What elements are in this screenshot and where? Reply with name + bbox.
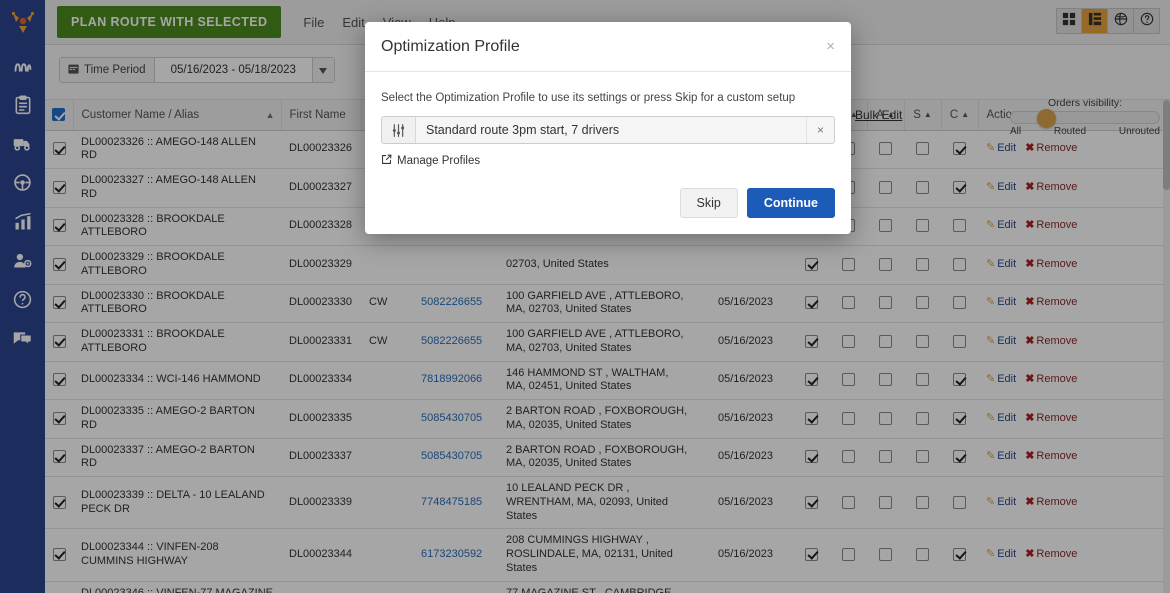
external-link-icon (381, 154, 392, 168)
sliders-settings-icon (382, 117, 416, 143)
clear-profile-icon[interactable]: × (806, 117, 834, 143)
modal-title: Optimization Profile (381, 37, 520, 55)
modal-body: Select the Optimization Profile to use i… (365, 72, 851, 172)
optimization-profile-modal: Optimization Profile × Select the Optimi… (365, 22, 851, 234)
continue-button[interactable]: Continue (746, 188, 835, 218)
manage-profiles-link[interactable]: Manage Profiles (381, 154, 835, 168)
skip-button[interactable]: Skip (679, 188, 738, 218)
app-root: PLAN ROUTE WITH SELECTED File Edit View … (0, 0, 1170, 593)
close-icon[interactable]: × (826, 39, 835, 54)
modal-footer: Skip Continue (365, 172, 851, 234)
modal-header: Optimization Profile × (365, 22, 851, 72)
manage-profiles-label: Manage Profiles (397, 155, 481, 167)
profile-selected-value[interactable]: Standard route 3pm start, 7 drivers (416, 117, 806, 143)
modal-description: Select the Optimization Profile to use i… (381, 92, 796, 104)
profile-select-field[interactable]: Standard route 3pm start, 7 drivers × (381, 116, 835, 144)
